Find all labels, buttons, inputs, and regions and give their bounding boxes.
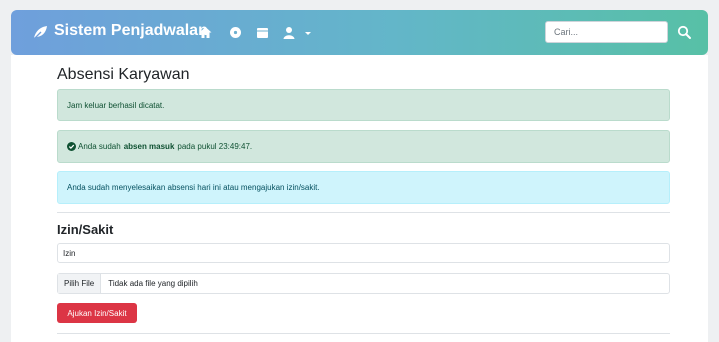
home-icon[interactable]: [199, 26, 212, 39]
check-circle-icon: [67, 142, 76, 151]
divider: [57, 333, 670, 334]
checkout-success-alert: Jam keluar berhasil dicatat.: [57, 89, 670, 121]
alert-bold: absen masuk: [123, 142, 175, 151]
alert-text: Anda sudah menyelesaikan absensi hari in…: [67, 183, 320, 192]
alert-text: Jam keluar berhasil dicatat.: [67, 100, 165, 110]
search-input[interactable]: [545, 21, 668, 43]
calendar-icon[interactable]: [256, 26, 269, 39]
file-input[interactable]: Pilih File Tidak ada file yang dipilih: [57, 273, 670, 294]
user-icon[interactable]: [283, 26, 315, 39]
completed-info-alert: Anda sudah menyelesaikan absensi hari in…: [57, 171, 670, 204]
page-title: Absensi Karyawan: [57, 66, 190, 83]
divider: [57, 212, 670, 213]
file-status: Tidak ada file yang dipilih: [108, 279, 198, 288]
leave-type-select[interactable]: Izin: [57, 243, 670, 263]
dashboard-icon[interactable]: [229, 26, 242, 39]
search-icon[interactable]: [676, 24, 692, 40]
leaf-icon[interactable]: [32, 24, 48, 40]
brand-title[interactable]: Sistem Penjadwalan: [54, 22, 208, 40]
leave-type-value: Izin: [63, 248, 76, 258]
alert-prefix: Anda sudah: [78, 142, 121, 151]
choose-file-button[interactable]: Pilih File: [58, 274, 102, 293]
checkin-status-alert: Anda sudah absen masuk pada pukul 23:49:…: [57, 130, 670, 163]
leave-section-title: Izin/Sakit: [57, 222, 114, 237]
alert-suffix: pada pukul 23:49:47.: [177, 142, 253, 151]
submit-leave-button[interactable]: Ajukan Izin/Sakit: [57, 303, 137, 323]
navbar: Sistem Penjadwalan: [11, 10, 708, 55]
